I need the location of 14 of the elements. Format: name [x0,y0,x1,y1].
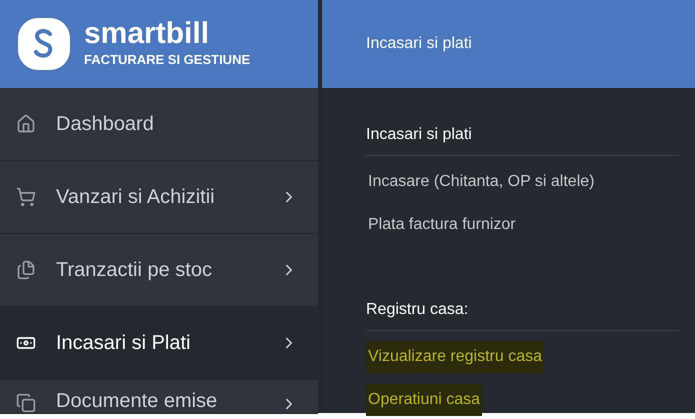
menu-link[interactable]: Incasare (Chitanta, OP si altele) [366,166,596,198]
logo-tagline: FACTURARE SI GESTIUNE [84,51,250,70]
section-title: Incasari si plati [366,126,472,143]
menu-link[interactable]: Plata factura furnizor [366,208,518,240]
panel-title: Incasari si plati [366,34,472,54]
menu-link[interactable]: Vizualizare registru casa [366,340,544,372]
files-icon [16,260,36,280]
home-icon [16,114,36,134]
menu-link[interactable]: Operatiuni casa [366,384,482,416]
section-title: Registru casa: [366,301,468,318]
cart-icon [16,187,36,207]
sidebar-item[interactable]: Incasari si Plati [0,307,318,380]
documents-icon [16,393,36,413]
logo-name: smartbill [84,18,210,50]
